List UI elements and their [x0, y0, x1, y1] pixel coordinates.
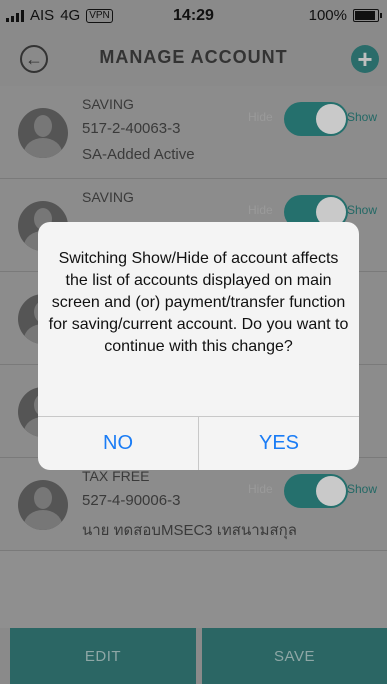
battery-percent: 100%	[308, 7, 347, 24]
bottom-bar: EDIT SAVE	[0, 628, 387, 684]
hide-label: Hide	[248, 203, 273, 217]
status-right: 100%	[308, 7, 382, 24]
avatar-icon	[18, 480, 68, 530]
app-header: ← MANAGE ACCOUNT +	[0, 30, 387, 86]
no-button[interactable]: NO	[38, 417, 198, 470]
hide-label: Hide	[248, 482, 273, 496]
account-number: 527-4-90006-3	[82, 492, 181, 509]
page-title: MANAGE ACCOUNT	[99, 47, 288, 67]
show-label: Show	[347, 110, 378, 124]
account-row[interactable]: TAX FREE 527-4-90006-3 นาย ทดสอบMSEC3 เท…	[0, 458, 387, 551]
yes-button[interactable]: YES	[199, 417, 359, 470]
plus-icon: +	[357, 44, 373, 74]
account-status: SA-Added Active	[82, 146, 195, 163]
show-label: Show	[347, 203, 378, 217]
account-holder-name: นาย ทดสอบMSEC3 เทสนามสกุล	[82, 522, 297, 539]
hide-label: Hide	[248, 110, 273, 124]
show-hide-toggle[interactable]	[284, 102, 348, 136]
add-account-button[interactable]: +	[351, 45, 379, 73]
battery-icon	[353, 9, 382, 22]
confirm-dialog: Switching Show/Hide of account affects t…	[38, 222, 359, 470]
edit-button[interactable]: EDIT	[10, 628, 196, 684]
account-row[interactable]: SAVING 517-2-40063-3 SA-Added Active Hid…	[0, 86, 387, 179]
show-label: Show	[347, 482, 378, 496]
account-type: SAVING	[82, 189, 134, 205]
account-number: 517-2-40063-3	[82, 120, 181, 137]
save-button[interactable]: SAVE	[202, 628, 387, 684]
show-hide-toggle[interactable]	[284, 474, 348, 508]
dialog-message: Switching Show/Hide of account affects t…	[48, 250, 349, 355]
avatar-icon	[18, 108, 68, 158]
account-type: SAVING	[82, 96, 134, 112]
status-bar: AIS 4G VPN 14:29 100%	[0, 0, 387, 30]
account-type: TAX FREE	[82, 468, 150, 484]
